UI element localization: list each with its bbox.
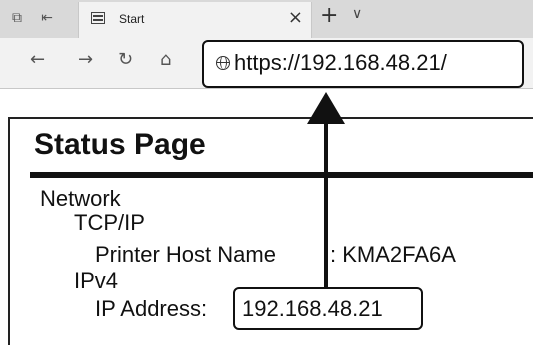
tab-actions-icon[interactable]: ⧉: [8, 10, 26, 26]
page-title: Status Page: [34, 128, 206, 161]
refresh-icon[interactable]: ↻: [118, 50, 133, 70]
annotation-arrow-shaft: [324, 120, 328, 287]
globe-icon: [216, 56, 230, 70]
tree-ipv4: IPv4: [74, 268, 119, 293]
home-icon[interactable]: ⌂: [160, 50, 171, 70]
tab-start[interactable]: Start ×: [78, 2, 312, 38]
set-tabs-aside-icon[interactable]: ⇤: [38, 10, 56, 26]
printer-host-name-label: Printer Host Name: [95, 242, 276, 267]
tab-bar: ⧉ ⇤ Start × + ∨: [0, 0, 533, 38]
chevron-down-icon[interactable]: ∨: [352, 6, 362, 22]
new-tab-icon[interactable]: +: [320, 3, 338, 28]
tree-tcpip: TCP/IP: [74, 210, 145, 235]
ip-address-label: IP Address:: [95, 296, 208, 321]
printer-host-name-value: : KMA2FA6A: [330, 242, 456, 267]
title-divider: [30, 172, 533, 178]
forward-arrow-icon[interactable]: →: [78, 50, 93, 70]
back-arrow-icon[interactable]: ←: [30, 50, 45, 70]
page-icon: [91, 12, 105, 24]
tab-title: Start: [119, 12, 145, 26]
close-tab-icon[interactable]: ×: [288, 7, 303, 28]
annotation-arrow-head: [307, 92, 345, 124]
address-bar[interactable]: https://192.168.48.21/: [202, 40, 524, 88]
ip-highlight-box: [233, 287, 423, 330]
url-text: https://192.168.48.21/: [234, 50, 447, 75]
tree-network: Network: [40, 186, 121, 211]
